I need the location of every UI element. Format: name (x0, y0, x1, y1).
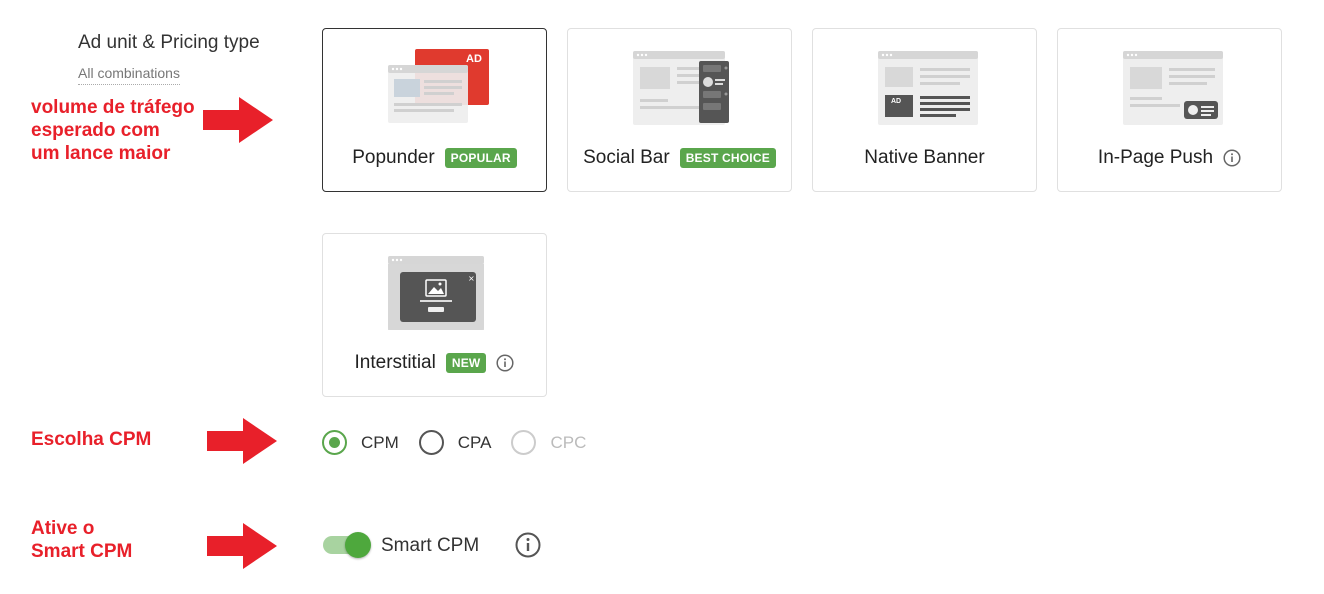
ad-unit-name: Interstitial (354, 352, 436, 373)
ad-unit-card-popunder[interactable]: AD Popunder POPULAR (322, 28, 547, 192)
smart-cpm-label: Smart CPM (381, 535, 480, 556)
social-bar-illustration-icon (632, 51, 729, 125)
radio-circle (511, 430, 537, 455)
ad-unit-name: Native Banner (864, 147, 985, 168)
radio-label: CPA (457, 432, 492, 452)
new-badge: NEW (445, 353, 487, 373)
card-label-row: Popunder POPULAR (323, 147, 546, 169)
native-ad-text: AD (891, 98, 901, 105)
radio-label: CPM (361, 432, 399, 452)
radio-circle[interactable] (418, 430, 444, 455)
annotation-smart-cpm: Ative o Smart CPM (31, 517, 132, 563)
radio-cpa[interactable]: CPA (418, 430, 492, 455)
card-label-row: Social Bar BEST CHOICE (568, 147, 791, 169)
arrow-right-icon (207, 418, 277, 464)
radio-cpc: CPC (511, 430, 586, 455)
annotation-traffic-line3: um lance maior (31, 143, 171, 164)
section-title: Ad unit & Pricing type (78, 32, 260, 53)
info-icon[interactable] (515, 532, 541, 558)
radio-circle[interactable] (322, 430, 347, 455)
toggle-knob[interactable] (345, 532, 371, 558)
smart-cpm-toggle[interactable] (323, 532, 371, 558)
arrow-right-icon (207, 523, 277, 569)
annotation-smart-line1: Ative o (31, 518, 95, 539)
annotation-traffic-line2: esperado com (31, 120, 160, 141)
annotation-smart-line2: Smart CPM (31, 541, 133, 562)
ad-unit-name: In-Page Push (1097, 147, 1214, 168)
best-choice-badge: BEST CHOICE (679, 148, 776, 168)
card-label-row: Native Banner (813, 147, 1036, 169)
pricing-type-radio-group: CPM CPA CPC (322, 430, 606, 455)
interstitial-illustration-icon: × (387, 256, 484, 330)
annotation-traffic: volume de tráfego esperado com um lance … (31, 96, 195, 165)
radio-cpm[interactable]: CPM (322, 430, 399, 455)
info-icon[interactable] (1223, 149, 1241, 167)
card-label-row: Interstitial NEW (323, 352, 546, 374)
card-label-row: In-Page Push (1058, 147, 1281, 169)
native-banner-illustration-icon: AD (877, 51, 978, 125)
all-combinations-link[interactable]: All combinations (78, 65, 180, 85)
ad-unit-card-interstitial[interactable]: × Interstitial NEW (322, 233, 547, 397)
radio-label: CPC (550, 432, 587, 452)
info-icon[interactable] (496, 354, 515, 372)
popunder-illustration-icon: AD (387, 49, 489, 123)
arrow-right-icon (203, 97, 273, 143)
popunder-ad-text: AD (466, 53, 482, 65)
annotation-traffic-line1: volume de tráfego (31, 97, 195, 118)
popular-badge: POPULAR (444, 148, 517, 168)
ad-unit-card-native-banner[interactable]: AD Native Banner (812, 28, 1037, 192)
svg-text:×: × (468, 274, 475, 283)
annotation-cpm: Escolha CPM (31, 429, 152, 450)
ad-unit-card-in-page-push[interactable]: In-Page Push (1057, 28, 1282, 192)
ad-unit-card-social-bar[interactable]: Social Bar BEST CHOICE (567, 28, 792, 192)
in-page-push-illustration-icon (1122, 51, 1223, 125)
ad-unit-name: Popunder (352, 147, 435, 168)
ad-unit-name: Social Bar (583, 147, 670, 168)
